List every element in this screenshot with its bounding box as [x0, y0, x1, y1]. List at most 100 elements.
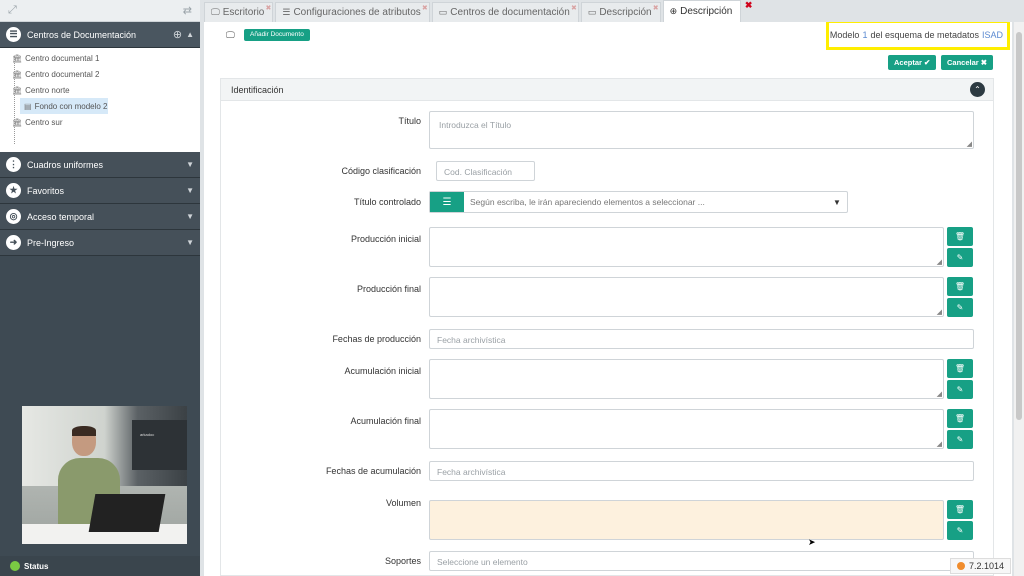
production-start-textarea[interactable]: ◢	[429, 227, 944, 267]
star-icon: ★	[6, 183, 21, 198]
edit-icon: ✎	[956, 435, 964, 444]
edit-icon: ✎	[956, 253, 964, 262]
documentation-tree: 🏛 Centro documental 1 🏛 Centro documental …	[0, 48, 200, 152]
chevron-up-icon[interactable]: ⌃	[970, 82, 985, 97]
accumulation-end-textarea[interactable]: ◢	[429, 409, 944, 449]
sidebar-section-centros[interactable]: ☰ Centros de Documentación ⊕ ▲	[0, 22, 200, 48]
action-badge: Añadir Documento	[244, 29, 310, 41]
status-dot-icon	[10, 561, 20, 571]
delete-button[interactable]: 🗑	[947, 500, 973, 519]
field-label: Título controlado	[353, 197, 421, 207]
field-label: Fechas de acumulación	[325, 466, 421, 476]
tab-escritorio[interactable]: 🖵 Escritorio ✖	[204, 2, 274, 22]
classification-code-input[interactable]: Cod. Clasificación	[436, 161, 535, 181]
delete-button[interactable]: 🗑	[947, 277, 973, 296]
chevron-up-icon[interactable]: ▲	[186, 30, 194, 39]
field-label: Título	[398, 116, 421, 126]
edit-icon: ✎	[956, 385, 964, 394]
edit-button[interactable]: ✎	[947, 248, 973, 267]
tab-descripcion[interactable]: ▭ Descripción ✖	[580, 2, 661, 22]
production-end-textarea[interactable]: ◢	[429, 277, 944, 317]
chevron-down-icon[interactable]: ▼	[186, 160, 194, 169]
close-icon[interactable]: ✖	[745, 0, 753, 11]
identification-panel: Identificación ⌃ Título Introduzca el Tí…	[220, 78, 994, 576]
tab-bar: 🖵 Escritorio ✖ ☰ Configuraciones de atribut…	[204, 0, 1020, 22]
delete-button[interactable]: 🗑	[947, 227, 973, 246]
delete-button[interactable]: 🗑	[947, 409, 973, 428]
tree-item[interactable]: 🏛 Centro documental 2	[0, 66, 200, 82]
close-icon[interactable]: ✖	[266, 4, 272, 12]
panel-header[interactable]: Identificación ⌃	[221, 79, 993, 101]
close-icon: ✖	[980, 58, 988, 67]
field-label: Producción inicial	[350, 234, 421, 244]
close-icon[interactable]: ✖	[653, 4, 659, 12]
list-icon[interactable]: ☰	[430, 192, 464, 212]
login-icon: ➜	[6, 235, 21, 250]
trash-icon: 🗑	[954, 232, 966, 241]
supports-select[interactable]: Seleccione un elemento	[429, 551, 974, 571]
chevron-down-icon[interactable]: ▼	[186, 186, 194, 195]
close-icon[interactable]: ✖	[422, 4, 428, 12]
swap-icon[interactable]: ⇄	[183, 4, 192, 17]
vertical-scrollbar[interactable]	[1014, 22, 1024, 576]
main-content: 🖵 Añadir Documento Modelo 1 del esquema …	[204, 22, 1012, 576]
status-bar[interactable]: Status	[0, 556, 200, 576]
search-icon[interactable]: ⊕	[173, 28, 182, 41]
resize-icon[interactable]: ◢	[937, 390, 942, 398]
cancel-button[interactable]: Cancelar ✖	[941, 55, 994, 70]
trash-icon: 🗑	[954, 414, 966, 423]
monitor-icon: 🖵	[226, 30, 235, 40]
edit-button[interactable]: ✎	[947, 521, 973, 540]
presenter-video: arkadoc	[22, 406, 187, 544]
trash-icon: 🗑	[954, 505, 966, 514]
title-textarea[interactable]: Introduzca el Título ◢	[429, 111, 974, 149]
tab-descripcion-active[interactable]: ⊕ Descripción ✖	[662, 0, 752, 22]
tree-item[interactable]: 🏛 Centro sur	[0, 114, 200, 130]
plus-circle-icon: ⊕	[669, 6, 678, 16]
chevron-down-icon[interactable]: ▼	[186, 238, 194, 247]
resize-icon[interactable]: ◢	[937, 440, 942, 448]
close-icon[interactable]: ✖	[571, 4, 577, 12]
sidebar-section-cuadros[interactable]: ⋮ Cuadros uniformes ▼	[0, 152, 200, 178]
list-icon: ☰	[6, 27, 21, 42]
edit-icon: ✎	[956, 303, 964, 312]
video-wall-screen: arkadoc	[132, 420, 187, 470]
status-dot-icon	[957, 562, 965, 570]
expand-icon[interactable]: ⤢	[8, 4, 17, 17]
scrollbar-thumb[interactable]	[1016, 32, 1022, 420]
accumulation-dates-input[interactable]: Fecha archivística	[429, 461, 974, 481]
sidebar-section-acceso[interactable]: ◎ Acceso temporal ▼	[0, 204, 200, 230]
version-badge: 7.2.1014	[950, 558, 1012, 574]
controlled-title-select[interactable]: ☰ Según escriba, le irán apareciendo ele…	[429, 191, 848, 213]
chevron-down-icon[interactable]: ▼	[186, 212, 194, 221]
edit-button[interactable]: ✎	[947, 380, 973, 399]
accumulation-start-textarea[interactable]: ◢	[429, 359, 944, 399]
storage-icon: ▭	[587, 7, 597, 17]
delete-button[interactable]: 🗑	[947, 359, 973, 378]
tab-configuraciones[interactable]: ☰ Configuraciones de atributos ✖	[275, 2, 430, 22]
edit-icon: ✎	[956, 526, 964, 535]
caret-down-icon[interactable]: ▼	[833, 198, 847, 207]
resize-icon[interactable]: ◢	[967, 140, 972, 148]
production-dates-input[interactable]: Fecha archivística	[429, 329, 974, 349]
trash-icon: 🗑	[954, 282, 966, 291]
sidebar-section-favoritos[interactable]: ★ Favoritos ▼	[0, 178, 200, 204]
field-label: Producción final	[356, 284, 421, 294]
check-icon: ✔	[924, 58, 931, 67]
tree-item[interactable]: 🏛 Centro norte	[0, 82, 200, 98]
volume-textarea[interactable]	[429, 500, 944, 540]
field-label: Volumen	[385, 498, 421, 508]
tab-centros[interactable]: ▭ Centros de documentación ✖	[431, 2, 579, 22]
field-label: Fechas de producción	[332, 334, 421, 344]
edit-button[interactable]: ✎	[947, 298, 973, 317]
resize-icon[interactable]: ◢	[937, 258, 942, 266]
sidebar-section-preingreso[interactable]: ➜ Pre-Ingreso ▼	[0, 230, 200, 256]
edit-button[interactable]: ✎	[947, 430, 973, 449]
monitor-icon: 🖵	[211, 7, 220, 17]
sidebar: ⤢ ⇄ ☰ Centros de Documentación ⊕ ▲ 🏛 Cent…	[0, 0, 200, 576]
accept-button[interactable]: Aceptar ✔	[888, 55, 937, 70]
tree-item-selected[interactable]: ▤ Fondo con modelo 2	[20, 98, 108, 114]
list-icon: ☰	[282, 7, 291, 17]
resize-icon[interactable]: ◢	[937, 308, 942, 316]
tree-item[interactable]: 🏛 Centro documental 1	[0, 50, 200, 66]
